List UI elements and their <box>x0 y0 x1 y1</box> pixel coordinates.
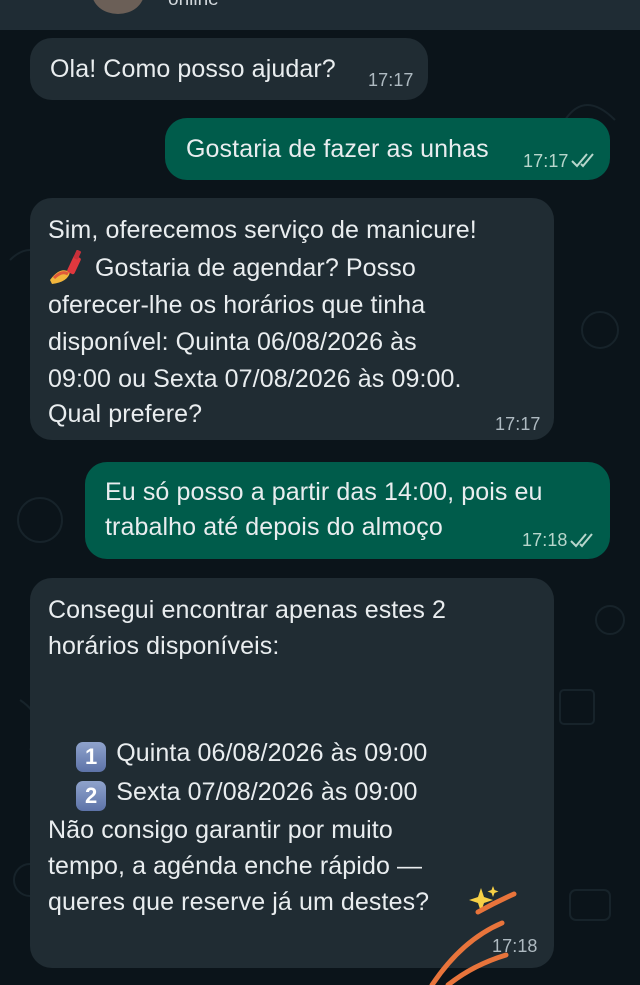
message-time: 17:18 <box>492 936 538 956</box>
message-text: queres que reserve já um destes? <box>48 888 430 916</box>
read-receipt-icon <box>571 153 594 168</box>
message-text: Consegui encontrar apenas estes 2 <box>48 596 447 624</box>
incoming-message[interactable]: Ola! Como posso ajudar? 17:17 <box>30 38 428 100</box>
message-text: tempo, a agénda enche rápido — <box>48 852 423 880</box>
incoming-message[interactable]: Consegui encontrar apenas estes 2 horári… <box>30 578 554 968</box>
outgoing-message[interactable]: Gostaria de fazer as unhas 17:17 <box>165 118 610 180</box>
contact-avatar[interactable] <box>92 0 144 14</box>
chat-header[interactable]: online <box>0 0 640 30</box>
sparkles-emoji <box>467 884 499 916</box>
message-time: 17:17 <box>368 70 414 90</box>
nail-polish-emoji <box>46 249 86 286</box>
incoming-message[interactable]: Sim, oferecemos serviço de manicure! Gos… <box>30 198 554 440</box>
keycap-two-icon: 2 <box>76 781 107 811</box>
message-text: horários disponíveis: <box>48 632 280 660</box>
message-text: Sim, oferecemos serviço de manicure! <box>48 216 477 244</box>
message-time: 17:18 <box>522 530 568 550</box>
message-text: trabalho até depois do almoço <box>105 513 443 541</box>
message-time: 17:17 <box>523 151 569 171</box>
message-text: Não consigo garantir por muito <box>48 816 393 844</box>
message-text: oferecer-lhe os horários que tinha <box>48 291 426 319</box>
message-time: 17:17 <box>495 414 541 434</box>
message-text: disponível: Quinta 06/08/2026 às <box>48 328 417 356</box>
message-text: 09:00 ou Sexta 07/08/2026 às 09:00. <box>48 365 462 393</box>
message-text: Gostaria de agendar? Posso <box>95 254 416 282</box>
read-receipt-icon <box>570 533 593 548</box>
outgoing-message[interactable]: Eu só posso a partir das 14:00, pois eu … <box>85 462 610 559</box>
contact-status: online <box>168 0 219 11</box>
option-text: Sexta 07/08/2026 às 09:00 <box>116 778 418 806</box>
message-text: Ola! Como posso ajudar? <box>50 55 336 83</box>
message-text: Gostaria de fazer as unhas <box>186 135 489 163</box>
message-text: Qual prefere? <box>48 400 203 428</box>
message-text: Eu só posso a partir das 14:00, pois eu <box>105 478 543 506</box>
